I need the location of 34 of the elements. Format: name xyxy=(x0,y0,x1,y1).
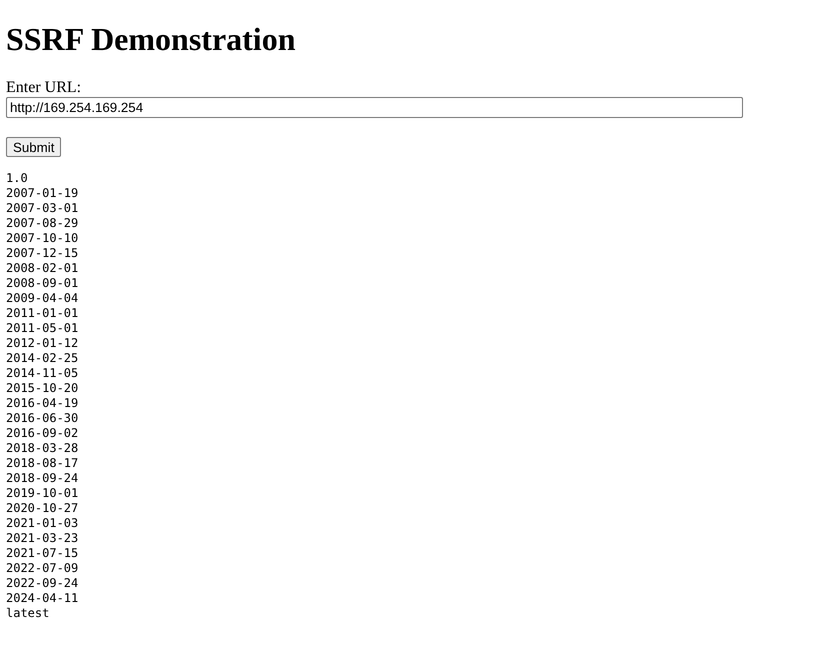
output-line: 2007-10-10 xyxy=(6,231,78,246)
page-heading: SSRF Demonstration xyxy=(6,21,296,58)
output-line: 2018-03-28 xyxy=(6,441,78,456)
url-field[interactable]: http://169.254.169.254 xyxy=(6,97,743,118)
output-line: 2008-02-01 xyxy=(6,261,78,276)
output-line: 2007-08-29 xyxy=(6,216,78,231)
output-line: 2016-06-30 xyxy=(6,411,78,426)
output-line: 2019-10-01 xyxy=(6,486,78,501)
output-line: 2009-04-04 xyxy=(6,291,78,306)
output-line: latest xyxy=(6,606,50,621)
output-line: 2014-11-05 xyxy=(6,366,78,381)
output-line: 2008-09-01 xyxy=(6,276,78,291)
output-line: 2014-02-25 xyxy=(6,351,78,366)
output-line: 2012-01-12 xyxy=(6,336,78,351)
output-line: 2021-03-23 xyxy=(6,531,78,546)
output-line: 1.0 xyxy=(6,171,28,186)
output-line: 2007-01-19 xyxy=(6,186,78,201)
output-line: 2007-12-15 xyxy=(6,246,78,261)
output-line: 2021-01-03 xyxy=(6,516,78,531)
output-line: 2016-04-19 xyxy=(6,396,78,411)
output-line: 2015-10-20 xyxy=(6,381,78,396)
output-line: 2007-03-01 xyxy=(6,201,78,216)
output-line: 2022-07-09 xyxy=(6,561,78,576)
output-line: 2021-07-15 xyxy=(6,546,78,561)
url-label: Enter URL: xyxy=(6,79,82,97)
output-line: 2018-08-17 xyxy=(6,456,78,471)
output-line: 2011-05-01 xyxy=(6,321,78,336)
output-line: 2020-10-27 xyxy=(6,501,78,516)
output-line: 2011-01-01 xyxy=(6,306,78,321)
output-line: 2016-09-02 xyxy=(6,426,78,441)
output-line: 2022-09-24 xyxy=(6,576,78,591)
output-line: 2018-09-24 xyxy=(6,471,78,486)
submit-button[interactable]: Submit xyxy=(6,137,62,157)
output-line: 2024-04-11 xyxy=(6,591,78,606)
